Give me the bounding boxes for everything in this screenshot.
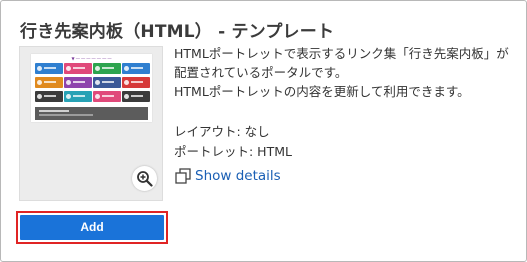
thumbnail-tile — [122, 77, 150, 88]
thumbnail-tile — [35, 77, 63, 88]
thumbnail-tile — [93, 63, 121, 74]
thumbnail-tile — [64, 91, 92, 102]
portlet-info: ポートレット: HTML — [174, 143, 292, 159]
thumbnail-header: ▼ ― ― ― ― ― ― ― — [71, 56, 112, 61]
thumbnail-tile — [35, 91, 63, 102]
description-line: 配置されているポータルです。 — [174, 65, 348, 80]
thumbnail-tile — [35, 63, 63, 74]
thumbnail-tile — [93, 77, 121, 88]
add-button[interactable]: Add — [20, 215, 164, 240]
description-line: HTMLポートレットで表示するリンク集「行き先案内板」が — [174, 46, 509, 61]
template-title: 行き先案内板（HTML） - テンプレート — [20, 22, 335, 42]
zoom-button[interactable] — [132, 166, 157, 191]
zoom-in-icon — [137, 171, 153, 187]
thumbnail-footer — [35, 107, 148, 120]
template-meta: レイアウト: なし ポートレット: HTML — [174, 122, 292, 161]
thumbnail-screen: ▼ ― ― ― ― ― ― ― — [31, 54, 152, 122]
overlapping-squares-icon — [175, 168, 191, 184]
thumbnail-tile — [122, 63, 150, 74]
thumbnail-tile — [64, 77, 92, 88]
thumbnail-tile — [122, 91, 150, 102]
layout-info: レイアウト: なし — [174, 124, 270, 139]
description-line: HTMLポートレットの内容を更新して利用できます。 — [174, 84, 470, 99]
thumbnail-tile — [64, 63, 92, 74]
thumbnail-tile — [93, 91, 121, 102]
template-description: HTMLポートレットで表示するリンク集「行き先案内板」が 配置されているポータル… — [174, 44, 514, 101]
template-card: 行き先案内板（HTML） - テンプレート ▼ ― ― ― ― ― ― ― HT… — [0, 0, 527, 262]
show-details-link[interactable]: Show details — [195, 168, 281, 184]
